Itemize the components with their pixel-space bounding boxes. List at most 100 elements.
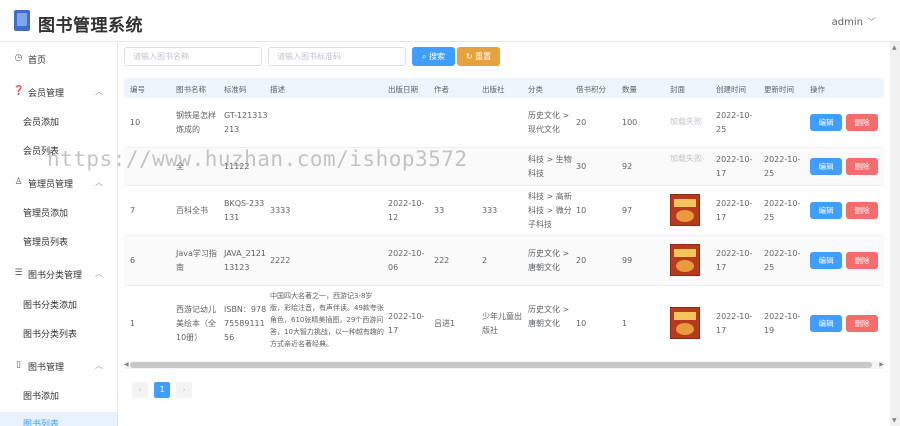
column-header: 更新时间 [764, 85, 794, 94]
user-menu[interactable]: admin ﹀ [832, 15, 876, 28]
sidebar-item-label: 会员添加 [23, 118, 60, 128]
table-header: 编号 图书名称 标准码 描述 出版日期 作者 出版社 分类 借书积分 数量 封面… [124, 78, 884, 98]
cell-author: 33 [434, 206, 445, 215]
cell-id: 10 [130, 118, 141, 127]
sidebar-group-label: 图书分类管理 [28, 271, 83, 281]
watermark-text: https://www.huzhan.com/ishop3572 [47, 147, 468, 171]
cell-code: ISBN：9787558911156 [224, 305, 267, 342]
question-circle-icon: ❓ [13, 86, 25, 96]
cell-points: 20 [576, 256, 587, 265]
cell-code: JAVA_212113123 [224, 249, 266, 272]
sidebar-item-label: 图书分类列表 [23, 330, 78, 340]
cell-description: 2222 [270, 256, 291, 265]
column-header: 出版日期 [388, 85, 418, 94]
sidebar-item-label: 管理员添加 [23, 209, 69, 219]
scroll-left-icon[interactable]: ◀ [124, 361, 129, 368]
user-icon: ♙ [14, 177, 23, 187]
book-cover-image [670, 307, 700, 339]
scroll-down-icon[interactable]: ▼ [892, 417, 897, 424]
cell-description: 中国四大名著之一，西游记3-8岁版，彩绘注音，有声伴读。49款夸张角色，610张… [270, 292, 384, 348]
edit-button[interactable]: 编辑 [810, 202, 842, 219]
column-header: 图书名称 [176, 85, 206, 94]
chevron-up-icon: ︿ [95, 361, 103, 370]
delete-button[interactable]: 删除 [846, 252, 878, 269]
cell-points: 10 [576, 319, 587, 328]
search-button[interactable]: ⌕ 搜索 [412, 47, 455, 66]
sidebar-item-label: 首页 [28, 56, 47, 66]
sliders-icon: ☰ [14, 268, 23, 278]
cell-category: 历史文化 > 唐朝文化 [528, 249, 570, 272]
column-header: 标准码 [224, 85, 247, 94]
reset-button[interactable]: ↻ 重置 [457, 47, 500, 66]
pagination-prev-button[interactable]: ‹ [132, 382, 148, 398]
sidebar-group-label: 管理员管理 [28, 180, 74, 190]
sidebar-item-book-list[interactable]: 图书列表 [0, 412, 117, 426]
sidebar-item-label: 图书分类添加 [23, 301, 78, 311]
table-row: 1 西游记幼儿美绘本（全10册） ISBN：9787558911156 中国四大… [124, 286, 884, 362]
cell-name: Java学习指南 [176, 249, 217, 272]
cell-created: 2022-10-17 [716, 312, 753, 335]
cell-name: 钢铁是怎样炼成的 [176, 111, 216, 134]
cell-points: 30 [576, 162, 587, 171]
cell-updated: 2022-10-25 [764, 155, 801, 178]
pagination-page-1[interactable]: 1 [154, 382, 170, 398]
cell-quantity: 92 [622, 162, 633, 171]
book-name-input[interactable]: 请输入图书名称 [124, 47, 262, 66]
cell-id: 1 [130, 319, 136, 328]
scroll-right-icon[interactable]: ▶ [879, 361, 884, 368]
cell-quantity: 100 [622, 118, 638, 127]
delete-button[interactable]: 删除 [846, 158, 878, 175]
cell-publish-date: 2022-10-12 [388, 199, 425, 222]
cell-created: 2022-10-25 [716, 111, 753, 134]
book-code-input[interactable]: 请输入图书标准码 [268, 47, 406, 66]
cell-updated: 2022-10-19 [764, 312, 801, 335]
cell-updated: 2022-10-25 [764, 199, 801, 222]
column-header: 创建时间 [716, 85, 746, 94]
sidebar-item-label: 图书添加 [23, 392, 60, 402]
edit-button[interactable]: 编辑 [810, 315, 842, 332]
cell-updated: 2022-10-25 [764, 249, 801, 272]
cell-name: 西游记幼儿美绘本（全10册） [176, 305, 216, 342]
cell-points: 20 [576, 118, 587, 127]
refresh-icon: ↻ [465, 52, 476, 61]
cell-created: 2022-10-17 [716, 155, 753, 178]
chevron-down-icon: ﹀ [866, 18, 876, 28]
delete-button[interactable]: 删除 [846, 315, 878, 332]
horizontal-scrollbar[interactable]: ◀ ▶ [124, 361, 884, 369]
cell-publish-date: 2022-10-06 [388, 249, 425, 272]
scrollbar-thumb[interactable] [130, 362, 872, 368]
scroll-up-icon[interactable]: ▲ [892, 44, 897, 51]
cell-quantity: 99 [622, 256, 633, 265]
column-header: 数量 [622, 85, 637, 94]
sidebar-item-label: 管理员列表 [23, 238, 69, 248]
edit-button[interactable]: 编辑 [810, 114, 842, 131]
cell-quantity: 97 [622, 206, 633, 215]
delete-button[interactable]: 删除 [846, 114, 878, 131]
column-header: 借书积分 [576, 85, 606, 94]
cell-points: 10 [576, 206, 587, 215]
pagination-next-button[interactable]: › [176, 382, 192, 398]
edit-button[interactable]: 编辑 [810, 252, 842, 269]
cell-author: 222 [434, 256, 450, 265]
edit-button[interactable]: 编辑 [810, 158, 842, 175]
cell-code: GT-121313213 [224, 111, 268, 134]
chevron-up-icon: ︿ [95, 178, 103, 187]
column-header: 分类 [528, 85, 543, 94]
table-row: 6 Java学习指南 JAVA_212113123 2222 2022-10-0… [124, 236, 884, 286]
cell-code: BKQS-233131 [224, 199, 265, 222]
cell-created: 2022-10-17 [716, 199, 753, 222]
chevron-up-icon: ︿ [95, 269, 103, 278]
home-icon: ◷ [14, 53, 23, 63]
search-icon: ⌕ [421, 52, 430, 61]
search-button-label: 搜索 [429, 52, 446, 61]
main-content: 请输入图书名称 请输入图书标准码 ⌕ 搜索 ↻ 重置 编号 图书名称 标准码 描… [118, 42, 900, 426]
delete-button[interactable]: 删除 [846, 202, 878, 219]
column-header: 出版社 [482, 85, 505, 94]
cell-id: 6 [130, 256, 136, 265]
username: admin [831, 17, 863, 28]
cell-publisher: 333 [482, 206, 498, 215]
book-icon: ▯ [16, 360, 21, 370]
vertical-scrollbar[interactable]: ▲ ▼ [890, 42, 900, 426]
cell-publish-date: 2022-10-17 [388, 312, 425, 335]
cell-description: 3333 [270, 206, 291, 215]
